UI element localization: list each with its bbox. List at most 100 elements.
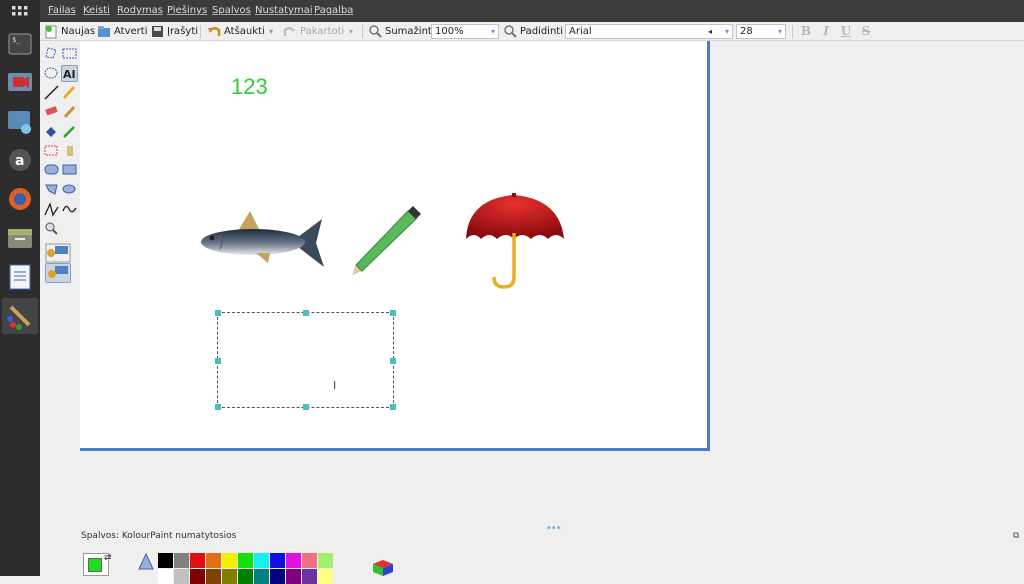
strikethrough-icon[interactable]: S	[859, 24, 873, 39]
menu-pagalba[interactable]: Pagalba	[314, 5, 353, 16]
text-selection-box[interactable]: I	[215, 310, 396, 410]
underline-icon[interactable]: U	[839, 24, 853, 39]
kolourpaint-icon[interactable]	[2, 298, 38, 334]
swap-colors-icon[interactable]: ⇄	[104, 553, 112, 563]
color-swatch[interactable]	[270, 569, 285, 584]
open-label: Atverti	[114, 26, 148, 37]
pencil-tool-icon[interactable]	[61, 84, 78, 101]
terminal-icon[interactable]: $_	[6, 30, 34, 58]
color-swatch[interactable]	[206, 569, 221, 584]
ellipse-tool-icon[interactable]	[61, 181, 78, 198]
font-combo[interactable]: Arial ◂ ▾	[565, 24, 733, 39]
color-similarity-icon[interactable]	[138, 552, 154, 574]
resize-handle[interactable]	[390, 310, 396, 316]
free-select-icon[interactable]	[43, 45, 60, 62]
line-tool-icon[interactable]	[43, 84, 60, 101]
video-icon[interactable]	[6, 68, 34, 96]
color-swatch[interactable]	[190, 569, 205, 584]
amazon-icon[interactable]: a	[6, 146, 34, 174]
color-swatch[interactable]	[286, 569, 301, 584]
clear-icon[interactable]: ◂	[708, 25, 712, 38]
fill-tool-icon[interactable]	[43, 123, 60, 140]
polygon-tool-icon[interactable]	[43, 181, 60, 198]
polyline-tool-icon[interactable]	[43, 201, 60, 218]
palette-float-icon[interactable]: ⧉	[1013, 531, 1019, 541]
open-button[interactable]: Atverti	[97, 24, 147, 39]
resize-handle[interactable]	[390, 358, 396, 364]
spraycan-tool-icon[interactable]	[61, 142, 78, 159]
color-swatch[interactable]	[206, 553, 221, 568]
color-swatch[interactable]	[254, 569, 269, 584]
foreground-color[interactable]	[88, 558, 102, 572]
undo-button[interactable]: Atšaukti	[207, 24, 265, 39]
zoom-tool-icon[interactable]	[43, 220, 60, 237]
menu-rodymas[interactable]: Rodymas	[117, 5, 163, 16]
color-swatch[interactable]	[174, 553, 189, 568]
resize-handle[interactable]	[215, 404, 221, 410]
color-swatch[interactable]	[174, 569, 189, 584]
menu-spalvos[interactable]: Spalvos	[212, 5, 251, 16]
menu-nustatymai[interactable]: Nustatymai	[255, 5, 313, 16]
color-swatch[interactable]	[318, 553, 333, 568]
brush-tool-icon[interactable]	[61, 103, 78, 120]
drawing-canvas[interactable]: 123 I	[80, 41, 710, 451]
color-swatch[interactable]	[158, 553, 173, 568]
resize-handle[interactable]	[215, 358, 221, 364]
svg-text:a: a	[15, 153, 24, 169]
redo-button[interactable]: Pakartoti	[283, 24, 344, 39]
resize-handle[interactable]	[303, 310, 309, 316]
color-swatch[interactable]	[222, 553, 237, 568]
color-swatch[interactable]	[302, 553, 317, 568]
zoom-out-button[interactable]: Sumažinti	[369, 24, 435, 39]
menu-keisti[interactable]: Keisti	[83, 5, 110, 16]
zoom-combo[interactable]: 100% ▾	[431, 24, 499, 39]
menu-bar: Failas Keisti Rodymas Piešinys Spalvos N…	[40, 0, 1024, 22]
color-swatch[interactable]	[254, 553, 269, 568]
curve-tool-icon[interactable]	[61, 201, 78, 218]
color-swatch[interactable]	[302, 569, 317, 584]
zoom-in-button[interactable]: Padidinti	[504, 24, 563, 39]
save-label: Įrašyti	[167, 26, 199, 37]
text-tool-icon[interactable]: AI	[61, 65, 78, 82]
image-transparent-icon[interactable]	[45, 263, 71, 283]
menu-piesinys[interactable]: Piešinys	[167, 5, 207, 16]
firefox-icon[interactable]	[6, 185, 34, 213]
resize-handle[interactable]	[390, 404, 396, 410]
new-button[interactable]: Naujas	[45, 24, 95, 39]
resize-handle[interactable]	[215, 310, 221, 316]
eraser-tool-icon[interactable]	[43, 103, 60, 120]
writer-icon[interactable]	[6, 263, 34, 291]
image-opaque-icon[interactable]	[45, 243, 71, 263]
color-swatch[interactable]	[270, 553, 285, 568]
undo-icon	[208, 27, 221, 36]
color-swatch[interactable]	[318, 569, 333, 584]
rectangle-tool-icon[interactable]	[61, 161, 78, 178]
screenshot-icon[interactable]	[6, 108, 34, 136]
resize-handle[interactable]	[303, 404, 309, 410]
launcher-grid-icon[interactable]	[6, 0, 34, 28]
color-eraser-icon[interactable]	[43, 142, 60, 159]
zoom-out-icon	[369, 25, 382, 38]
menu-failas[interactable]: Failas	[48, 5, 76, 16]
undo-dropdown[interactable]: ▾	[269, 24, 273, 39]
redo-dropdown[interactable]: ▾	[349, 24, 353, 39]
rect-select-icon[interactable]	[61, 45, 78, 62]
rounded-rect-icon[interactable]	[43, 161, 60, 178]
color-swatch[interactable]	[158, 569, 173, 584]
color-swatch[interactable]	[190, 553, 205, 568]
color-swatch[interactable]	[238, 569, 253, 584]
umbrella-image	[466, 193, 564, 289]
redo-icon	[283, 27, 295, 36]
font-size-combo[interactable]: 28 ▾	[736, 24, 786, 39]
save-button[interactable]: Įrašyti	[151, 24, 198, 39]
bold-icon[interactable]: B	[799, 24, 813, 39]
color-picker-icon[interactable]	[61, 123, 78, 140]
color-swatch[interactable]	[222, 569, 237, 584]
splitter-handle[interactable]: •••	[546, 523, 562, 534]
color-swatch[interactable]	[286, 553, 301, 568]
ellipse-select-icon[interactable]	[43, 65, 60, 82]
files-icon[interactable]	[6, 224, 34, 252]
color-swatch[interactable]	[238, 553, 253, 568]
svg-text:$_: $_	[12, 36, 21, 44]
italic-icon[interactable]: I	[819, 24, 833, 39]
